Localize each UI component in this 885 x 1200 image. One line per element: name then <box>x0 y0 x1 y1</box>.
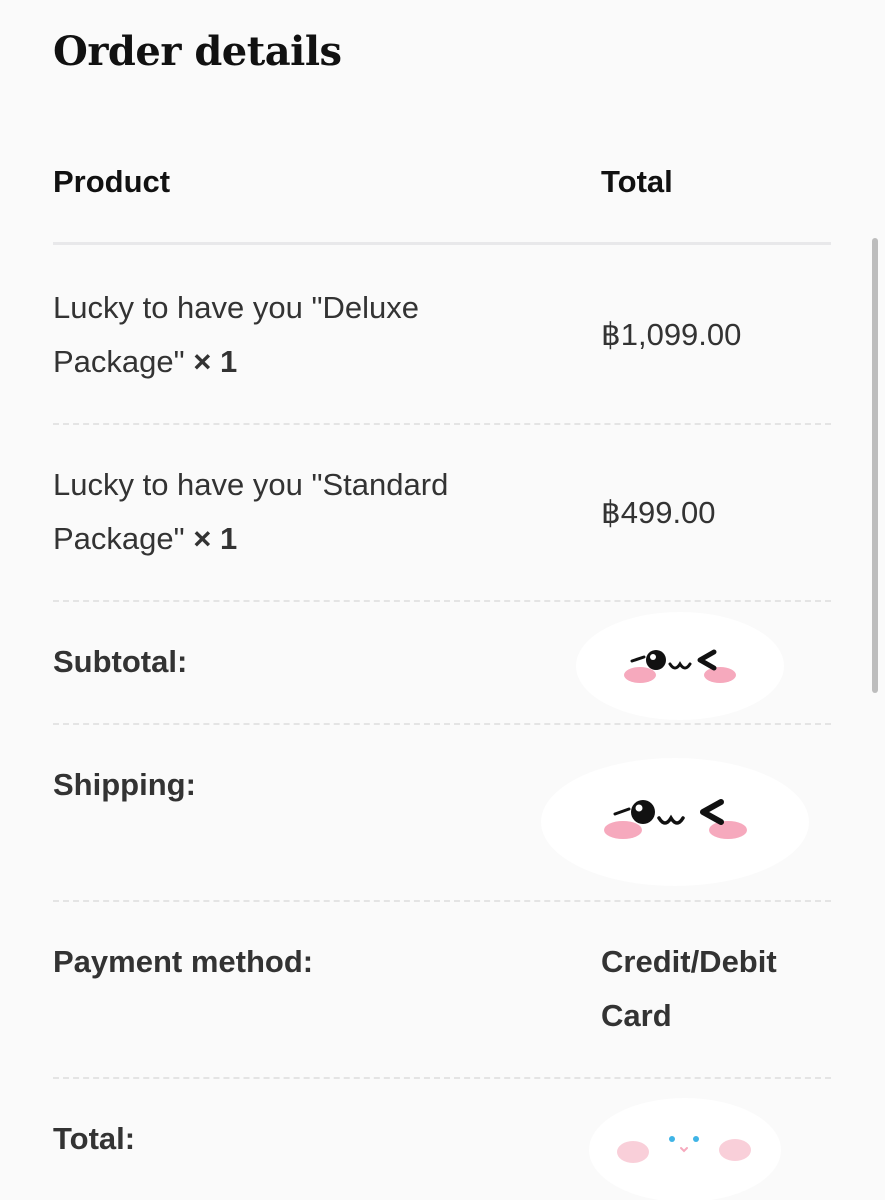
order-item-price: ฿1,099.00 <box>601 317 742 352</box>
order-item-qty: × 1 <box>193 521 238 556</box>
order-item-name-line1: Lucky to have you "Standard <box>53 467 449 502</box>
cute-face-sticker <box>589 1098 781 1200</box>
order-item-name: Lucky to have you "Deluxe Package" × 1 <box>53 281 419 389</box>
winking-face-sticker <box>576 612 784 720</box>
scrollbar[interactable] <box>872 238 878 693</box>
payment-method-label: Payment method: <box>53 944 314 979</box>
shipping-label: Shipping: <box>53 767 196 802</box>
order-item-name-line1: Lucky to have you "Deluxe <box>53 290 419 325</box>
page-title: Order details <box>53 28 342 75</box>
payment-method-value-line1: Credit/Debit <box>601 944 777 979</box>
row-divider <box>53 600 831 602</box>
subtotal-label: Subtotal: <box>53 644 188 679</box>
row-divider <box>53 423 831 425</box>
header-divider <box>53 242 831 245</box>
column-header-total: Total <box>601 164 673 199</box>
row-divider <box>53 900 831 902</box>
row-divider <box>53 723 831 725</box>
row-divider <box>53 1077 831 1079</box>
order-item-name-line2: Package" <box>53 521 185 556</box>
column-header-product: Product <box>53 164 171 199</box>
winking-face-sticker <box>541 758 809 886</box>
payment-method-value-line2: Card <box>601 998 672 1033</box>
order-item-name-line2: Package" <box>53 344 185 379</box>
order-item-qty: × 1 <box>193 344 238 379</box>
payment-method-value: Credit/Debit Card <box>601 935 777 1043</box>
order-item-price: ฿499.00 <box>601 495 716 530</box>
order-item-name: Lucky to have you "Standard Package" × 1 <box>53 458 448 566</box>
total-label: Total: <box>53 1121 136 1156</box>
